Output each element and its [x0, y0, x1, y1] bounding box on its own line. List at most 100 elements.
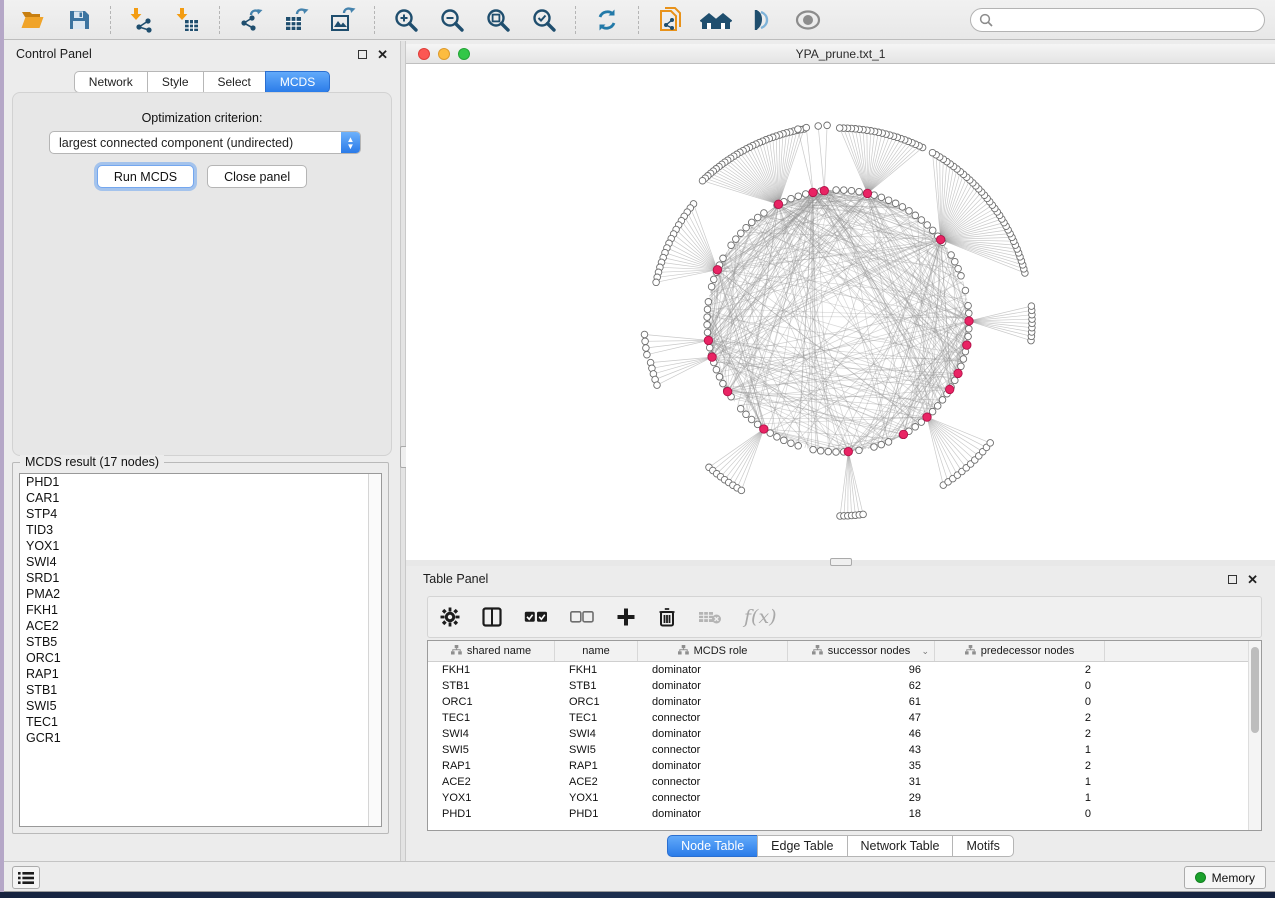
show-graphics-details-icon[interactable] [743, 4, 781, 36]
network-node[interactable] [642, 338, 649, 345]
network-node[interactable] [705, 299, 712, 306]
sort-indicator-icon[interactable]: ⌄ [921, 646, 929, 657]
network-node[interactable] [716, 374, 723, 381]
network-hub-node[interactable] [708, 353, 716, 361]
network-node[interactable] [713, 366, 720, 373]
network-node[interactable] [987, 440, 994, 447]
delete-column-icon[interactable] [658, 604, 676, 630]
network-node[interactable] [738, 487, 745, 494]
mcds-result-item[interactable]: CAR1 [20, 490, 381, 506]
tab-mcds[interactable]: MCDS [265, 71, 330, 93]
network-node[interactable] [704, 314, 711, 321]
network-node[interactable] [761, 210, 768, 217]
network-hub-node[interactable] [760, 425, 768, 433]
horizontal-splitter-grip[interactable] [830, 558, 852, 566]
run-mcds-button[interactable]: Run MCDS [97, 165, 194, 188]
network-node[interactable] [641, 331, 648, 338]
column-header-name[interactable]: name [555, 641, 638, 661]
network-node[interactable] [815, 123, 822, 130]
table-row[interactable]: PHD1PHD1dominator180 [428, 806, 1261, 822]
network-hub-node[interactable] [954, 369, 962, 377]
mcds-result-item[interactable]: STP4 [20, 506, 381, 522]
network-node[interactable] [952, 377, 959, 384]
network-node[interactable] [856, 188, 863, 195]
network-node[interactable] [848, 187, 855, 194]
network-node[interactable] [643, 345, 650, 352]
table-scrollbar-thumb[interactable] [1251, 647, 1259, 733]
network-node[interactable] [737, 405, 744, 412]
network-hub-node[interactable] [946, 385, 954, 393]
mcds-result-item[interactable]: STB5 [20, 634, 381, 650]
table-row[interactable]: SWI4SWI4dominator462 [428, 726, 1261, 742]
network-node[interactable] [966, 326, 973, 333]
network-node[interactable] [833, 449, 840, 456]
add-column-icon[interactable] [616, 604, 636, 630]
delete-table-icon[interactable] [698, 604, 722, 630]
network-node[interactable] [654, 382, 661, 389]
network-node[interactable] [704, 329, 711, 336]
network-node[interactable] [810, 446, 817, 453]
network-node[interactable] [781, 437, 788, 444]
close-panel-icon[interactable]: ✕ [377, 50, 388, 59]
import-table-icon[interactable] [169, 4, 207, 36]
network-hub-node[interactable] [820, 187, 828, 195]
network-node[interactable] [788, 195, 795, 202]
network-node[interactable] [929, 149, 936, 156]
tab-node-table[interactable]: Node Table [667, 835, 757, 857]
network-node[interactable] [962, 287, 969, 294]
export-image-icon[interactable] [324, 4, 362, 36]
network-node[interactable] [711, 276, 718, 283]
network-node[interactable] [743, 224, 750, 231]
mcds-result-item[interactable]: ACE2 [20, 618, 381, 634]
column-layout-icon[interactable] [482, 604, 502, 630]
network-node[interactable] [948, 252, 955, 259]
zoom-selected-icon[interactable] [525, 4, 563, 36]
network-node[interactable] [939, 397, 946, 404]
network-node[interactable] [653, 279, 660, 286]
table-row[interactable]: YOX1YOX1connector291 [428, 790, 1261, 806]
network-node[interactable] [924, 222, 931, 229]
network-node[interactable] [817, 448, 824, 455]
mcds-result-item[interactable]: TEC1 [20, 714, 381, 730]
mcds-result-item[interactable]: RAP1 [20, 666, 381, 682]
mcds-result-item[interactable]: ORC1 [20, 650, 381, 666]
settings-gear-icon[interactable] [440, 604, 460, 630]
tab-network[interactable]: Network [74, 71, 147, 93]
network-node[interactable] [803, 124, 810, 131]
network-hub-node[interactable] [713, 266, 721, 274]
network-node[interactable] [833, 187, 840, 194]
network-node[interactable] [704, 306, 711, 313]
network-node[interactable] [906, 208, 913, 215]
network-node[interactable] [795, 443, 802, 450]
network-canvas[interactable] [406, 64, 1275, 560]
mcds-result-item[interactable]: PHD1 [20, 474, 381, 490]
export-network-icon[interactable] [232, 4, 270, 36]
column-header-predecessor-nodes[interactable]: predecessor nodes [935, 641, 1105, 661]
network-node[interactable] [644, 351, 651, 358]
network-node[interactable] [965, 302, 972, 309]
select-all-columns-icon[interactable] [524, 604, 548, 630]
mcds-result-list[interactable]: PHD1CAR1STP4TID3YOX1SWI4SRD1PMA2FKH1ACE2… [19, 473, 382, 827]
network-node[interactable] [824, 122, 831, 129]
open-file-icon[interactable] [14, 4, 52, 36]
network-node[interactable] [728, 242, 735, 249]
table-row[interactable]: SWI5SWI5connector431 [428, 742, 1261, 758]
save-session-icon[interactable] [60, 4, 98, 36]
table-row[interactable]: TEC1TEC1connector472 [428, 710, 1261, 726]
mcds-list-scrollbar[interactable] [368, 474, 381, 826]
close-panel-button[interactable]: Close panel [207, 165, 307, 188]
network-hub-node[interactable] [965, 317, 973, 325]
table-scrollbar[interactable] [1248, 641, 1261, 830]
network-node[interactable] [748, 219, 755, 226]
network-node[interactable] [738, 230, 745, 237]
network-node[interactable] [892, 200, 899, 207]
network-node[interactable] [720, 255, 727, 262]
mcds-result-item[interactable]: SWI5 [20, 698, 381, 714]
network-hub-node[interactable] [963, 341, 971, 349]
new-network-from-file-icon[interactable] [651, 4, 689, 36]
network-node[interactable] [934, 403, 941, 410]
table-row[interactable]: ACE2ACE2connector311 [428, 774, 1261, 790]
network-node[interactable] [966, 310, 973, 317]
mcds-result-item[interactable]: SRD1 [20, 570, 381, 586]
mcds-result-item[interactable]: STB1 [20, 682, 381, 698]
